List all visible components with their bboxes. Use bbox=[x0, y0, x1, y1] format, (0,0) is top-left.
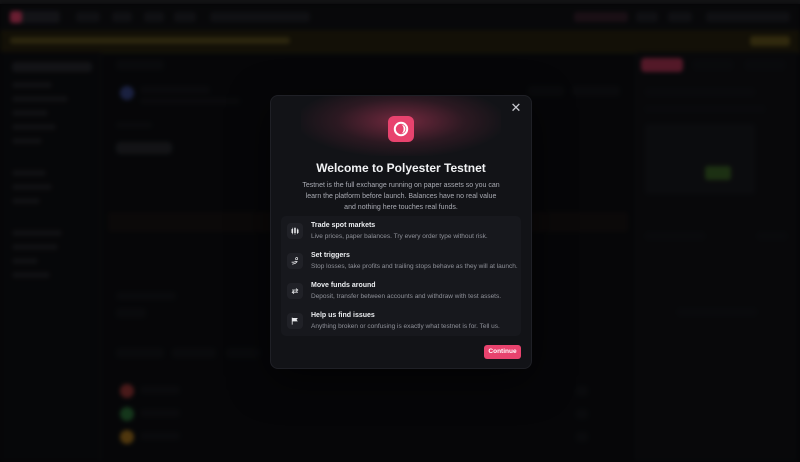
flag-icon bbox=[287, 313, 303, 329]
continue-button[interactable]: Continue bbox=[484, 345, 521, 359]
welcome-modal: ✕ Welcome to Polyester Testnet Testnet i… bbox=[270, 95, 532, 369]
trigger-hand-icon bbox=[287, 253, 303, 269]
transfer-arrows-icon bbox=[287, 283, 303, 299]
feature-list: Trade spot markets Live prices, paper ba… bbox=[281, 216, 521, 336]
feature-title: Help us find issues bbox=[311, 312, 375, 319]
modal-description: Testnet is the full exchange running on … bbox=[302, 182, 500, 211]
feature-item-move-funds: Move funds around Deposit, transfer betw… bbox=[281, 276, 521, 306]
feature-item-set-triggers: Set triggers Stop losses, take profits a… bbox=[281, 246, 521, 276]
feature-title: Move funds around bbox=[311, 282, 376, 289]
feature-description: Anything broken or confusing is exactly … bbox=[311, 323, 500, 330]
polyester-logo-icon bbox=[388, 116, 414, 142]
feature-item-find-issues: Help us find issues Anything broken or c… bbox=[281, 306, 521, 336]
feature-description: Stop losses, take profits and trailing s… bbox=[311, 263, 518, 270]
close-icon[interactable]: ✕ bbox=[509, 101, 523, 115]
feature-description: Deposit, transfer between accounts and w… bbox=[311, 293, 502, 300]
feature-title: Set triggers bbox=[311, 252, 350, 259]
modal-title: Welcome to Polyester Testnet bbox=[316, 161, 486, 175]
candlestick-chart-icon bbox=[287, 223, 303, 239]
feature-title: Trade spot markets bbox=[311, 222, 376, 229]
feature-item-trade-spot: Trade spot markets Live prices, paper ba… bbox=[281, 216, 521, 246]
feature-description: Live prices, paper balances. Try every o… bbox=[311, 233, 488, 240]
